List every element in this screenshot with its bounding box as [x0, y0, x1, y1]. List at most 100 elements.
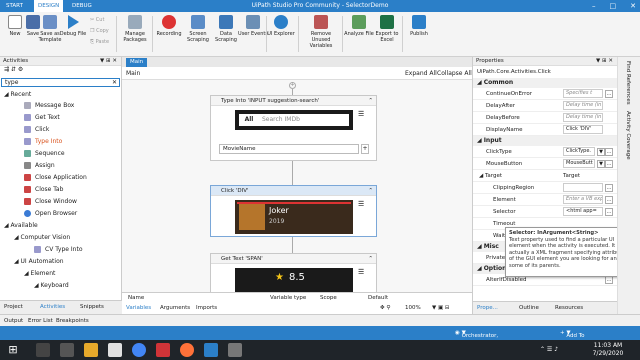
firefox-icon[interactable]: [180, 343, 194, 357]
prop-delay-after[interactable]: DelayAfter Delay time (in: [473, 100, 618, 112]
pin-icon[interactable]: ▼ ⊞ ✕: [596, 57, 613, 66]
tree-group-keyboard[interactable]: ◢ Keyboard: [34, 280, 69, 291]
publish-button[interactable]: Publish: [404, 15, 434, 37]
section-common[interactable]: ◢ Common: [473, 78, 618, 88]
ui-explorer-button[interactable]: UI Explorer: [266, 15, 296, 37]
tab-outline[interactable]: Outline: [519, 305, 539, 311]
ellipsis-icon[interactable]: …: [605, 276, 613, 284]
prop-element[interactable]: Element Enter a VB exp…: [473, 194, 618, 206]
prop-target[interactable]: ◢ Target Target: [473, 170, 618, 182]
section-input[interactable]: ◢ Input: [473, 136, 618, 146]
menu-icon[interactable]: ☰: [358, 110, 364, 118]
expand-all-link[interactable]: Expand All: [405, 67, 437, 80]
tree-item-assign[interactable]: Assign: [24, 160, 55, 171]
dropdown-icon[interactable]: ▼: [597, 160, 605, 168]
tree-group-computer-vision[interactable]: ◢ Computer Vision: [14, 232, 70, 243]
edge-icon[interactable]: [108, 343, 122, 357]
tab-activity-coverage[interactable]: Activity Coverage: [625, 111, 631, 160]
tree-item-type-into[interactable]: Type Into: [24, 136, 62, 147]
pan-icon[interactable]: ✥ ⚲: [380, 304, 390, 312]
tray-icons[interactable]: ⌃ ☰ ♪: [540, 346, 558, 353]
windows-start-icon[interactable]: ⊞: [6, 343, 20, 357]
app-icon[interactable]: [156, 343, 170, 357]
activities-search-input[interactable]: type ✕: [1, 78, 120, 87]
collapse-all-link[interactable]: Collapse All: [437, 67, 472, 80]
breadcrumb[interactable]: Main: [126, 67, 140, 80]
orchestrator-status[interactable]: ◉ Orchestrator, Default ▼: [455, 329, 498, 347]
tab-resources[interactable]: Resources: [555, 305, 583, 311]
menu-icon[interactable]: ☰: [358, 200, 364, 208]
tree-item-cv-type-into[interactable]: CV Type Into: [34, 244, 83, 255]
fit-icon[interactable]: ▼ ▣ ⊟: [432, 304, 450, 312]
minimize-icon[interactable]: –: [592, 2, 596, 10]
tab-design[interactable]: DESIGN: [34, 0, 64, 12]
tab-find-references[interactable]: Find References: [625, 61, 631, 105]
add-activity-icon[interactable]: +: [289, 82, 296, 89]
remove-unused-variables-button[interactable]: Remove Unused Variables: [302, 15, 340, 49]
type-into-activity[interactable]: Type Into 'INPUT suggestion-search' ⌃ All…: [210, 95, 377, 161]
recording-button[interactable]: Recording: [154, 15, 184, 37]
text-field[interactable]: MovieName: [219, 144, 359, 154]
user-events-button[interactable]: User Events: [238, 15, 268, 37]
tab-variables[interactable]: Variables: [126, 304, 151, 312]
prop-display-name[interactable]: DisplayName Click 'DIV': [473, 124, 618, 136]
tree-item-close-window[interactable]: Close Window: [24, 196, 77, 207]
tab-start[interactable]: START: [2, 0, 27, 12]
tree-item-sequence[interactable]: Sequence: [24, 148, 65, 159]
filter-icon[interactable]: ⇶ ⇵ ⚙: [4, 66, 23, 73]
export-to-excel-button[interactable]: Export to Excel: [372, 15, 402, 43]
plus-icon[interactable]: +: [361, 144, 369, 154]
ellipsis-icon[interactable]: …: [605, 160, 613, 168]
screen-scraping-button[interactable]: Screen Scraping: [183, 15, 213, 43]
chrome-icon[interactable]: [132, 343, 146, 357]
ellipsis-icon[interactable]: …: [605, 208, 613, 216]
search-icon[interactable]: [36, 343, 50, 357]
tab-output[interactable]: Output: [4, 317, 23, 325]
prop-mouse-button[interactable]: MouseButton MouseButt ▼…: [473, 158, 618, 170]
tab-breakpoints[interactable]: Breakpoints: [56, 317, 89, 325]
ellipsis-icon[interactable]: …: [605, 148, 613, 156]
tree-item-close-application[interactable]: Close Application: [24, 172, 87, 183]
paste-button[interactable]: ⎘ Paste: [90, 38, 109, 46]
clock-time[interactable]: 11:03 AM: [588, 342, 628, 349]
collapse-icon[interactable]: ⌃: [368, 186, 373, 196]
prop-clipping-region[interactable]: ClippingRegion…: [473, 182, 618, 194]
get-text-activity[interactable]: Get Text 'SPAN' ⌃ ★ 8.5 ☰: [210, 253, 377, 292]
clock-date[interactable]: 7/29/2020: [588, 350, 628, 357]
click-activity[interactable]: Click 'DIV' ⌃ Joker 2019 ☰: [210, 185, 377, 237]
add-to-source-control[interactable]: + Add To Source Control ▼: [560, 329, 586, 355]
tab-snippets[interactable]: Snippets: [80, 303, 104, 312]
tab-arguments[interactable]: Arguments: [160, 304, 190, 312]
debug-file-button[interactable]: Debug File: [58, 15, 88, 37]
tree-item-message-box[interactable]: Message Box: [24, 100, 74, 111]
tree-item-click[interactable]: Click: [24, 124, 49, 135]
tab-activities[interactable]: Activities: [40, 303, 65, 312]
prop-selector[interactable]: Selector <html app=…: [473, 206, 618, 218]
tree-group-ui-automation[interactable]: ◢ UI Automation: [14, 256, 64, 267]
file-explorer-icon[interactable]: [84, 343, 98, 357]
tab-error-list[interactable]: Error List: [28, 317, 53, 325]
tree-item-get-text[interactable]: Get Text: [24, 112, 60, 123]
clear-search-icon[interactable]: ✕: [112, 79, 117, 86]
tab-imports[interactable]: Imports: [196, 304, 217, 312]
tree-group-available[interactable]: ◢ Available: [4, 220, 38, 231]
tab-project[interactable]: Project: [4, 303, 23, 312]
prop-click-type[interactable]: ClickType ClickType. ▼…: [473, 146, 618, 158]
maximize-icon[interactable]: □: [610, 2, 617, 10]
pin-icon[interactable]: ▼ ⊞ ✕: [100, 57, 117, 66]
tree-item-open-browser[interactable]: Open Browser: [24, 208, 77, 219]
manage-packages-button[interactable]: Manage Packages: [120, 15, 150, 43]
tab-debug[interactable]: DEBUG: [68, 0, 96, 12]
ellipsis-icon[interactable]: …: [605, 184, 613, 192]
tab-properties[interactable]: Prope...: [477, 305, 498, 311]
prop-delay-before[interactable]: DelayBefore Delay time (in: [473, 112, 618, 124]
copy-button[interactable]: ❐ Copy: [90, 27, 109, 35]
tree-group-recent[interactable]: ◢ Recent: [4, 89, 31, 100]
dropdown-icon[interactable]: ▼: [597, 148, 605, 156]
collapse-icon[interactable]: ⌃: [368, 254, 373, 264]
zoom-level[interactable]: 100%: [405, 304, 421, 312]
analyze-file-button[interactable]: Analyze File: [344, 15, 374, 37]
task-view-icon[interactable]: [60, 343, 74, 357]
uipath-icon[interactable]: [204, 343, 218, 357]
menu-icon[interactable]: ☰: [358, 268, 364, 276]
